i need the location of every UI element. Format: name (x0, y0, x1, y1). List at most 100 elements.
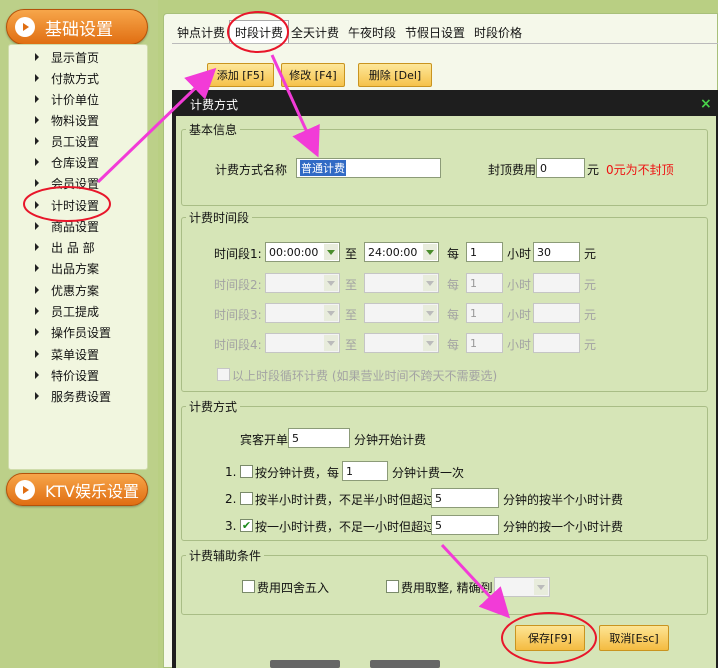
period-1-hours[interactable]: 1 (466, 242, 503, 262)
edit-button[interactable]: 修改 [F4] (281, 63, 345, 87)
round-checkbox[interactable] (242, 580, 255, 593)
chevron-down-icon (324, 305, 338, 321)
tab-allday[interactable]: 全天计费 (291, 20, 339, 44)
name-input[interactable]: 普通计费 (296, 158, 441, 178)
category-ktv-settings[interactable]: KTV娱乐设置 (6, 473, 148, 506)
option-3-input[interactable]: 5 (431, 515, 499, 535)
period-1-label: 时间段1: (214, 247, 262, 261)
tab-midnight[interactable]: 午夜时段 (348, 20, 396, 44)
menu-item-material[interactable]: 物料设置 (35, 110, 99, 130)
hour-label: 小时 (507, 308, 532, 322)
bullet-icon (35, 328, 39, 336)
name-value: 普通计费 (300, 160, 346, 176)
option-2-input[interactable]: 5 (431, 488, 499, 508)
period-3-hours[interactable]: 1 (466, 303, 503, 323)
period-4-start[interactable] (265, 333, 340, 353)
to-label: 至 (345, 338, 358, 352)
bullet-icon (35, 350, 39, 358)
menu-label: 物料设置 (51, 113, 100, 128)
menu-item-timing[interactable]: 计时设置 (35, 195, 99, 215)
period-3-end[interactable] (364, 303, 439, 323)
cap-label: 封顶费用 (488, 163, 537, 177)
option-2-suffix: 分钟的按半个小时计费 (503, 493, 624, 507)
expand-icon (15, 17, 35, 37)
bullet-icon (35, 222, 39, 230)
delete-button[interactable]: 删除 [Del] (358, 63, 432, 87)
period-4-price[interactable] (533, 333, 580, 353)
menu-item-outlet[interactable]: 出 品 部 (35, 237, 95, 257)
period-1-end[interactable]: 24:00:00 (364, 242, 439, 262)
menu-label: 出品方案 (51, 261, 100, 276)
combo-value: 24:00:00 (368, 245, 418, 259)
period-3-start[interactable] (265, 303, 340, 323)
menu-item-payment[interactable]: 付款方式 (35, 68, 99, 88)
menu-item-goods[interactable]: 商品设置 (35, 216, 99, 236)
period-4-label: 时间段4: (214, 338, 262, 352)
period-4-end[interactable] (364, 333, 439, 353)
period-1-start[interactable]: 00:00:00 (265, 242, 340, 262)
open-input[interactable]: 5 (288, 428, 350, 448)
dialog-title: 计费方式 (190, 97, 239, 112)
option-1-input[interactable]: 1 (342, 461, 388, 481)
period-3-price[interactable] (533, 303, 580, 323)
menu-label: 操作员设置 (51, 325, 112, 340)
hour-label: 小时 (507, 338, 532, 352)
menu-label: 菜单设置 (51, 347, 100, 362)
menu-item-staff[interactable]: 员工设置 (35, 131, 99, 151)
periods-title: 计费时间段 (186, 209, 253, 226)
hour-label: 小时 (507, 278, 532, 292)
option-1-suffix: 分钟计费一次 (392, 466, 465, 480)
menu-item-warehouse[interactable]: 仓库设置 (35, 152, 99, 172)
menu-item-home[interactable]: 显示首页 (35, 47, 99, 67)
menu-item-outlet-plan[interactable]: 出品方案 (35, 258, 99, 278)
period-2-end[interactable] (364, 273, 439, 293)
menu-item-discount[interactable]: 优惠方案 (35, 280, 99, 300)
cap-input[interactable]: 0 (536, 158, 585, 178)
bullet-icon (35, 201, 39, 209)
period-2-price[interactable] (533, 273, 580, 293)
category-basic-settings[interactable]: 基础设置 (6, 9, 148, 45)
category-basic-label: 基础设置 (45, 19, 113, 40)
menu-item-special-price[interactable]: 特价设置 (35, 365, 99, 385)
menu-item-member[interactable]: 会员设置 (35, 173, 99, 193)
cycle-label: 以上时段循环计费 (如果营业时间不跨天不需要选) (232, 369, 498, 383)
period-1-price[interactable]: 30 (533, 242, 580, 262)
menu-item-unit[interactable]: 计价单位 (35, 89, 99, 109)
category-ktv-label: KTV娱乐设置 (45, 481, 139, 501)
menu-item-service-fee[interactable]: 服务费设置 (35, 386, 111, 406)
tab-holiday[interactable]: 节假日设置 (405, 20, 465, 44)
menu-item-commission[interactable]: 员工提成 (35, 301, 99, 321)
tab-period[interactable]: 时段计费 (229, 20, 290, 44)
every-label: 每 (447, 308, 460, 322)
truncate-checkbox[interactable] (386, 580, 399, 593)
yuan-label: 元 (584, 308, 597, 322)
save-button[interactable]: 保存[F9] (515, 625, 585, 651)
menu-item-operator[interactable]: 操作员设置 (35, 322, 111, 342)
every-label: 每 (447, 247, 460, 261)
truncate-label: 费用取整, 精确到 (401, 581, 493, 595)
option-3-suffix: 分钟的按一个小时计费 (503, 520, 624, 534)
chevron-down-icon (324, 275, 338, 291)
tab-period-price[interactable]: 时段价格 (474, 20, 522, 44)
menu-label: 优惠方案 (51, 283, 100, 298)
option-2-checkbox[interactable] (240, 492, 253, 505)
add-button[interactable]: 添加 [F5] (207, 63, 274, 87)
close-icon[interactable]: × (700, 96, 712, 112)
menu-item-menu[interactable]: 菜单设置 (35, 344, 99, 364)
cycle-checkbox[interactable] (217, 368, 230, 381)
open-label: 宾客开单 (240, 433, 289, 447)
bullet-icon (35, 53, 39, 61)
chevron-down-icon (324, 244, 338, 260)
tab-hourly[interactable]: 钟点计费 (177, 20, 225, 44)
option-3-checkbox[interactable]: ✔ (240, 519, 253, 532)
cancel-button[interactable]: 取消[Esc] (599, 625, 669, 651)
period-2-hours[interactable]: 1 (466, 273, 503, 293)
period-2-label: 时间段2: (214, 278, 262, 292)
period-4-hours[interactable]: 1 (466, 333, 503, 353)
bullet-icon (35, 116, 39, 124)
tab-label: 午夜时段 (348, 25, 397, 40)
precision-select[interactable] (494, 577, 550, 597)
period-2-start[interactable] (265, 273, 340, 293)
tab-label: 节假日设置 (405, 25, 466, 40)
option-1-checkbox[interactable] (240, 465, 253, 478)
